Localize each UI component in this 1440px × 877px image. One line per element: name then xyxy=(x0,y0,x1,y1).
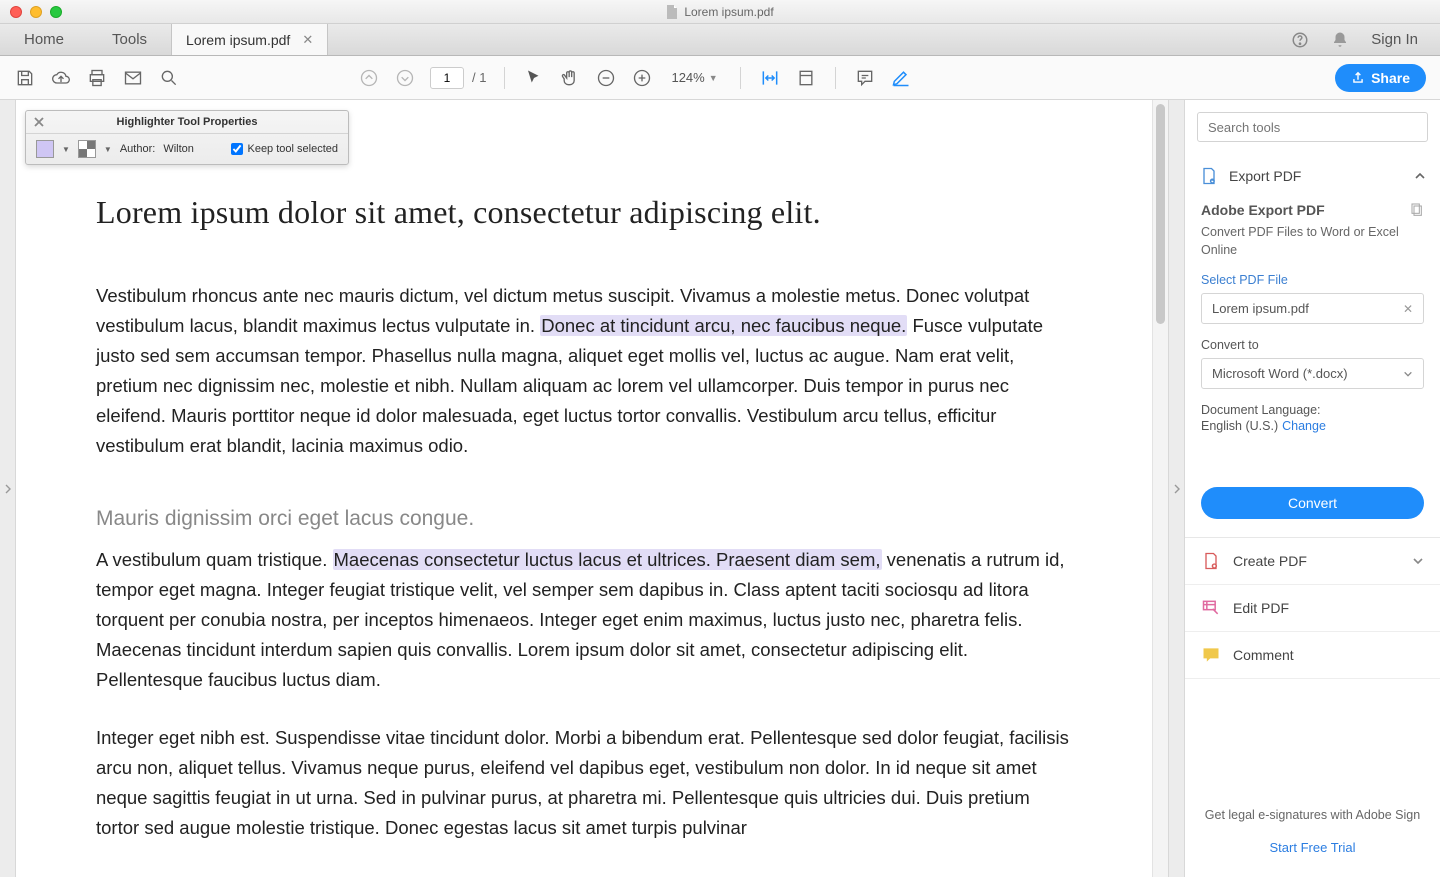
print-icon[interactable] xyxy=(86,67,108,89)
comment-row[interactable]: Comment xyxy=(1185,632,1440,679)
main-toolbar: / 1 124% ▼ Share xyxy=(0,56,1440,100)
page-down-icon[interactable] xyxy=(394,67,416,89)
sticky-note-icon[interactable] xyxy=(854,67,876,89)
highlight-1[interactable]: Donec at tincidunt arcu, nec faucibus ne… xyxy=(540,315,907,336)
export-pdf-header[interactable]: Export PDF xyxy=(1185,154,1440,198)
caret-down-icon[interactable]: ▼ xyxy=(104,145,112,154)
doc-language-label: Document Language: xyxy=(1201,403,1424,417)
comment-label: Comment xyxy=(1233,647,1294,663)
create-pdf-icon xyxy=(1201,551,1221,571)
author-value: Wilton xyxy=(163,143,194,155)
document-tab[interactable]: Lorem ipsum.pdf ✕ xyxy=(171,24,328,55)
find-icon[interactable] xyxy=(158,67,180,89)
left-panel-toggle[interactable] xyxy=(0,100,16,877)
select-pdf-label: Select PDF File xyxy=(1201,273,1424,287)
highlight-2[interactable]: Maecenas consectetur luctus lacus et ult… xyxy=(333,549,882,570)
format-value: Microsoft Word (*.docx) xyxy=(1212,366,1348,381)
caret-down-icon[interactable]: ▼ xyxy=(62,145,70,154)
page-content: Lorem ipsum dolor sit amet, consectetur … xyxy=(16,100,1152,871)
highlight-tool-icon[interactable] xyxy=(890,67,912,89)
create-pdf-row[interactable]: Create PDF xyxy=(1185,538,1440,585)
panel-title: Highlighter Tool Properties xyxy=(117,116,258,128)
keep-selected-checkbox[interactable]: Keep tool selected xyxy=(231,143,338,155)
opacity-icon[interactable] xyxy=(78,140,96,158)
zoom-dropdown[interactable]: 124% ▼ xyxy=(667,70,721,85)
selection-tool-icon[interactable] xyxy=(523,67,545,89)
bell-icon[interactable] xyxy=(1331,31,1349,49)
scrollbar-thumb[interactable] xyxy=(1156,104,1165,324)
convert-to-label: Convert to xyxy=(1201,338,1424,352)
email-icon[interactable] xyxy=(122,67,144,89)
page-number-input[interactable] xyxy=(430,67,464,89)
pdf-file-icon xyxy=(666,5,678,19)
sign-in-link[interactable]: Sign In xyxy=(1371,31,1418,48)
right-panel-toggle[interactable] xyxy=(1168,100,1184,877)
keep-selected-label: Keep tool selected xyxy=(247,143,338,155)
doc-paragraph-1: Vestibulum rhoncus ante nec mauris dictu… xyxy=(96,281,1072,461)
zoom-value: 124% xyxy=(671,70,704,85)
create-pdf-label: Create PDF xyxy=(1233,553,1307,569)
keep-selected-input[interactable] xyxy=(231,143,243,155)
edit-pdf-label: Edit PDF xyxy=(1233,600,1289,616)
doc-subheading: Mauris dignissim orci eget lacus congue. xyxy=(96,507,1072,531)
format-dropdown[interactable]: Microsoft Word (*.docx) xyxy=(1201,358,1424,389)
help-icon[interactable] xyxy=(1291,31,1309,49)
export-subtitle: Convert PDF Files to Word or Excel Onlin… xyxy=(1201,224,1424,259)
highlighter-properties-panel[interactable]: Highlighter Tool Properties ▼ ▼ Author: … xyxy=(25,110,349,165)
chevron-up-icon xyxy=(1414,170,1426,182)
document-tab-label: Lorem ipsum.pdf xyxy=(186,32,290,48)
share-label: Share xyxy=(1371,70,1410,86)
window-maximize-button[interactable] xyxy=(50,6,62,18)
caret-down-icon: ▼ xyxy=(709,73,718,83)
fit-page-icon[interactable] xyxy=(795,67,817,89)
search-tools-input[interactable] xyxy=(1197,112,1428,142)
hand-tool-icon[interactable] xyxy=(559,67,581,89)
esign-promo: Get legal e-signatures with Adobe Sign xyxy=(1203,808,1422,822)
doc-heading: Lorem ipsum dolor sit amet, consectetur … xyxy=(96,194,1072,231)
share-button[interactable]: Share xyxy=(1335,64,1426,92)
window-titlebar: Lorem ipsum.pdf xyxy=(0,0,1440,24)
doc-language-value: English (U.S.) xyxy=(1201,419,1278,433)
share-icon xyxy=(1351,71,1365,85)
vertical-scrollbar[interactable] xyxy=(1152,100,1168,877)
zoom-in-icon[interactable] xyxy=(631,67,653,89)
close-tab-icon[interactable]: ✕ xyxy=(302,32,313,48)
export-pdf-icon xyxy=(1199,166,1219,186)
pages-icon[interactable] xyxy=(1408,202,1424,218)
window-title: Lorem ipsum.pdf xyxy=(684,5,773,19)
close-panel-icon[interactable] xyxy=(32,115,46,129)
save-icon[interactable] xyxy=(14,67,36,89)
window-close-button[interactable] xyxy=(10,6,22,18)
edit-pdf-icon xyxy=(1201,598,1221,618)
window-minimize-button[interactable] xyxy=(30,6,42,18)
doc-paragraph-2: A vestibulum quam tristique. Maecenas co… xyxy=(96,545,1072,695)
export-title: Adobe Export PDF xyxy=(1201,202,1325,218)
selected-file-box[interactable]: Lorem ipsum.pdf ✕ xyxy=(1201,293,1424,324)
clear-file-icon[interactable]: ✕ xyxy=(1403,302,1413,316)
doc-paragraph-3: Integer eget nibh est. Suspendisse vitae… xyxy=(96,723,1072,843)
chevron-down-icon xyxy=(1412,555,1424,567)
home-tab[interactable]: Home xyxy=(0,24,88,55)
change-language-link[interactable]: Change xyxy=(1282,419,1326,433)
author-label: Author: xyxy=(120,143,155,155)
comment-icon xyxy=(1201,645,1221,665)
convert-button[interactable]: Convert xyxy=(1201,487,1424,519)
start-trial-link[interactable]: Start Free Trial xyxy=(1203,840,1422,855)
cloud-upload-icon[interactable] xyxy=(50,67,72,89)
zoom-out-icon[interactable] xyxy=(595,67,617,89)
selected-file-name: Lorem ipsum.pdf xyxy=(1212,301,1309,316)
document-viewport[interactable]: Lorem ipsum dolor sit amet, consectetur … xyxy=(16,100,1152,877)
edit-pdf-row[interactable]: Edit PDF xyxy=(1185,585,1440,632)
tab-strip: Home Tools Lorem ipsum.pdf ✕ Sign In xyxy=(0,24,1440,56)
tools-pane: Export PDF Adobe Export PDF Convert PDF … xyxy=(1184,100,1440,877)
chevron-down-icon xyxy=(1403,369,1413,379)
page-up-icon[interactable] xyxy=(358,67,380,89)
tools-tab[interactable]: Tools xyxy=(88,24,171,55)
page-total-label: / 1 xyxy=(472,70,486,85)
export-pdf-label: Export PDF xyxy=(1229,168,1301,184)
color-swatch[interactable] xyxy=(36,140,54,158)
fit-width-icon[interactable] xyxy=(759,67,781,89)
